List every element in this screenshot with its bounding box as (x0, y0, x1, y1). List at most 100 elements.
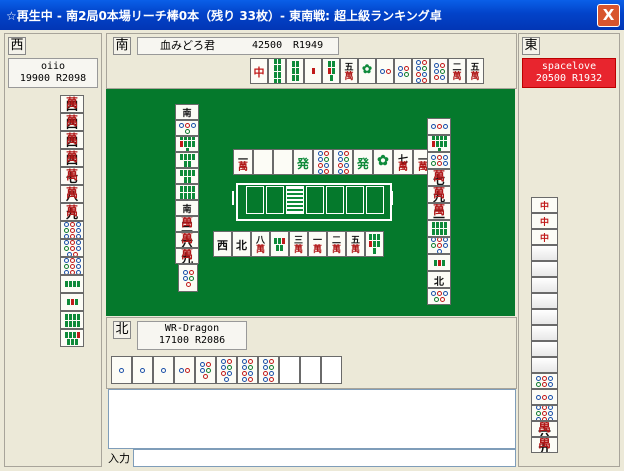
tile-back (531, 261, 558, 277)
north-score-line: 17100 R2086 (138, 335, 246, 347)
north-score: 17100 (158, 335, 189, 346)
honor-tile: 中 (531, 229, 558, 245)
west-nameplate: oiio 19900 R2098 (8, 58, 98, 88)
honor-tile: 南 (175, 200, 199, 216)
pin-tile (531, 405, 558, 421)
pin-tile (427, 237, 451, 254)
pin-tile (175, 120, 199, 136)
close-button[interactable]: X (597, 4, 620, 27)
west-score: 19900 (19, 73, 50, 84)
tile-back (531, 245, 558, 261)
input-label: 入力 (108, 452, 130, 465)
man-tile: 六萬 (175, 232, 199, 248)
tile-back (531, 325, 558, 341)
man-tile: 三萬 (175, 216, 199, 232)
pin-tile (427, 152, 451, 169)
south-name: 血みどろ君 (160, 39, 215, 52)
honor-tile: 北 (232, 231, 251, 257)
honor-tile: 中 (250, 58, 268, 84)
man-tile: 七萬 (60, 167, 84, 185)
man-tile: 九萬 (427, 186, 451, 203)
riichi-stick-right (391, 191, 393, 205)
sou-tile (427, 135, 451, 152)
pin-tile (111, 356, 132, 384)
man-tile: 一萬 (308, 231, 327, 257)
man-tile: 五萬 (466, 58, 484, 84)
wall-slot (366, 186, 384, 214)
west-rating: R2098 (56, 73, 87, 84)
wall-slot (246, 186, 264, 214)
pin-tile (376, 58, 394, 84)
pin-tile (237, 356, 258, 384)
wall-slot (286, 186, 304, 214)
man-tile: 二萬 (327, 231, 346, 257)
pin-tile (174, 356, 195, 384)
riichi-stick-left (232, 191, 234, 205)
east-name: spacelove (541, 61, 597, 72)
chat-input[interactable] (133, 449, 516, 467)
pin-tile (216, 356, 237, 384)
pin-tile (394, 58, 412, 84)
east-rating: R1932 (572, 73, 603, 84)
man-tile: 九萬 (175, 248, 199, 264)
south-nameplate: 血みどろ君 42500 R1949 (137, 37, 339, 55)
sou-tile (427, 220, 451, 237)
sou-tile (60, 293, 84, 311)
man-tile: 二萬 (427, 203, 451, 220)
west-panel: 西 oiio 19900 R2098 (4, 33, 102, 467)
man-tile: 五萬 (340, 58, 358, 84)
north-name: WR-Dragon (164, 323, 220, 334)
man-tile: 四萬 (60, 113, 84, 131)
pin-tile (60, 239, 84, 257)
man-tile: 六萬 (531, 421, 558, 437)
sou-tile (175, 168, 199, 184)
sou-tile (304, 58, 322, 84)
window-title: ☆再生中 - 南2局0本場リーチ棒0本（残り 33枚）- 東南戦: 超上級ランキ… (6, 9, 442, 23)
tile-blank (300, 356, 321, 384)
sou-tile (365, 231, 384, 257)
north-rating: R2086 (195, 335, 226, 346)
chat-log[interactable] (108, 389, 516, 449)
pin-tile (531, 373, 558, 389)
pin-tile (427, 118, 451, 135)
sou-tile (60, 311, 84, 329)
man-tile: 二萬 (448, 58, 466, 84)
tile-back (531, 293, 558, 309)
tile-blank (321, 356, 342, 384)
man-tile: 四萬 (60, 131, 84, 149)
sou-tile (175, 152, 199, 168)
wall-slot (266, 186, 284, 214)
title-bar: ☆再生中 - 南2局0本場リーチ棒0本（残り 33枚）- 東南戦: 超上級ランキ… (0, 0, 624, 30)
man-tile: 一萬 (233, 149, 253, 175)
seat-label-south: 南 (113, 37, 131, 55)
pin-tile (427, 288, 451, 305)
pin-tile (132, 356, 153, 384)
pin-tile (153, 356, 174, 384)
honor-tile: 発 (293, 149, 313, 175)
pin-tile (412, 58, 430, 84)
sou-tile (427, 254, 451, 271)
game-window: { "window": { "title": "☆再生中 - 南2局0本場リーチ… (0, 0, 624, 471)
west-score-line: 19900 R2098 (9, 73, 97, 85)
south-score: 42500 (252, 40, 283, 51)
seat-label-east: 東 (522, 37, 540, 55)
seat-label-west: 西 (8, 37, 26, 55)
honor-tile: 北 (427, 271, 451, 288)
wall-slot (306, 186, 324, 214)
honor-tile (273, 149, 293, 175)
east-score-line: 20500 R1932 (523, 73, 615, 85)
pin-tile (60, 221, 84, 239)
sou-tile: ✿ (373, 149, 393, 175)
pin-tile (195, 356, 216, 384)
seat-label-north: 北 (113, 321, 131, 339)
pin-tile (333, 149, 353, 175)
man-tile: 七萬 (393, 149, 413, 175)
pin-tile (430, 58, 448, 84)
sou-tile (286, 58, 304, 84)
pin-tile (313, 149, 333, 175)
sou-tile (270, 231, 289, 257)
tile-back (531, 277, 558, 293)
honor-tile: 発 (353, 149, 373, 175)
sou-tile (268, 58, 286, 84)
sou-tile (60, 275, 84, 293)
